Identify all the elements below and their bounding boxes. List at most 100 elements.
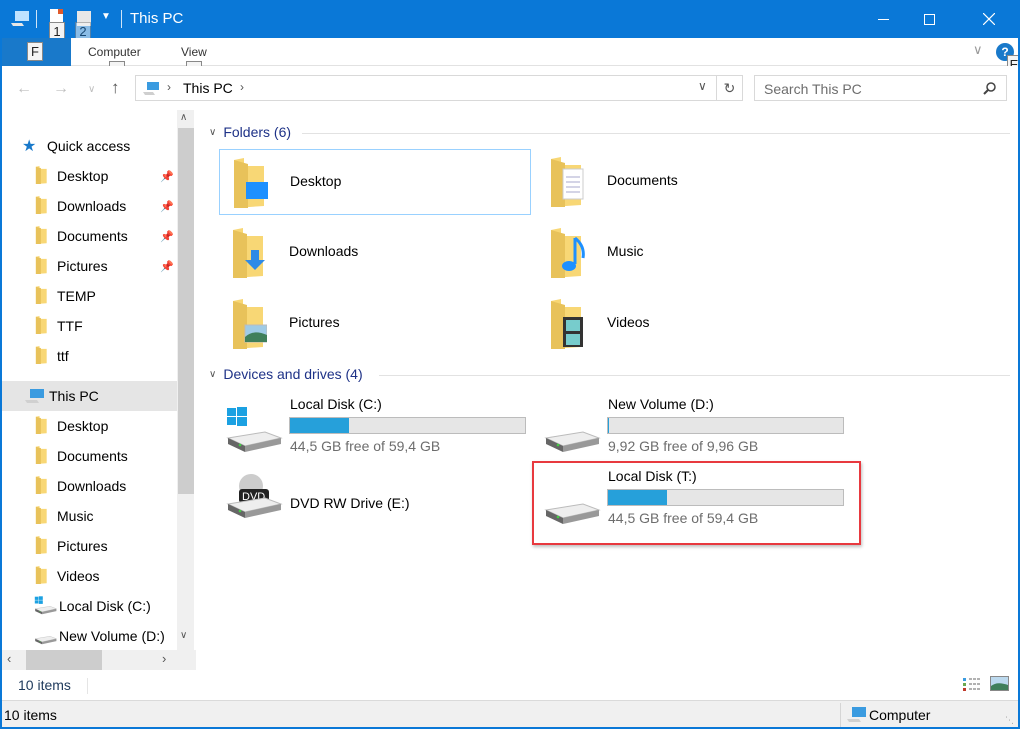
folders-group-header[interactable]: ∨ Folders (6) xyxy=(209,124,291,140)
folder-tile-downloads[interactable]: Downloads xyxy=(219,220,531,286)
nav-item-videos[interactable]: Videos xyxy=(34,561,179,591)
tab-view[interactable]: View xyxy=(181,45,207,59)
item-count: 10 items xyxy=(18,677,71,693)
pin-icon[interactable]: 📌 xyxy=(160,230,174,243)
group-title: Devices and drives (4) xyxy=(223,366,363,382)
this-pc-icon xyxy=(25,389,44,403)
window-title: This PC xyxy=(130,10,184,27)
refresh-icon: ↻ xyxy=(723,79,736,96)
resize-grip-icon[interactable]: ⋱ xyxy=(1005,715,1014,726)
up-button[interactable]: ↑ xyxy=(111,78,120,98)
nav-item-temp[interactable]: TEMP xyxy=(34,281,179,311)
nav-item-desktop[interactable]: Desktop xyxy=(34,411,179,441)
expand-ribbon-icon[interactable]: ∨ xyxy=(973,42,983,58)
status-location: Computer xyxy=(869,707,931,723)
search-placeholder: Search This PC xyxy=(764,81,862,97)
videos-folder-icon xyxy=(551,299,585,349)
breadcrumb-this-pc[interactable]: This PC xyxy=(183,80,233,96)
address-bar[interactable]: › This PC › ∨ xyxy=(135,75,717,101)
drives-group-header[interactable]: ∨ Devices and drives (4) xyxy=(209,366,363,382)
folder-tile-pictures[interactable]: Pictures xyxy=(219,291,531,357)
minimize-button[interactable] xyxy=(860,0,906,38)
pin-icon[interactable]: 📌 xyxy=(160,170,174,183)
folder-tile-music[interactable]: Music xyxy=(537,220,849,286)
nav-item-downloads[interactable]: Downloads 📌 xyxy=(34,191,179,221)
desktop-folder-icon xyxy=(34,165,57,187)
pin-icon[interactable]: 📌 xyxy=(160,200,174,213)
nav-label: TTF xyxy=(57,318,83,334)
nav-label: TEMP xyxy=(57,288,96,304)
nav-quick-access[interactable]: ★ Quick access xyxy=(22,131,130,161)
documents-folder-icon xyxy=(34,445,57,467)
nav-item-local-disk-c-[interactable]: Local Disk (C:) xyxy=(34,591,179,621)
drive-tile-2[interactable]: DVD DVD RW Drive (E:) xyxy=(219,474,537,542)
nav-item-pictures[interactable]: Pictures 📌 xyxy=(34,251,179,281)
close-icon xyxy=(983,13,995,25)
forward-button[interactable]: → xyxy=(53,80,69,98)
desktop-folder-icon xyxy=(234,158,268,208)
nav-label: Videos xyxy=(57,568,100,584)
large-icons-view-icon[interactable] xyxy=(990,676,1010,692)
back-button[interactable]: ← xyxy=(16,80,32,98)
star-icon: ★ xyxy=(22,138,37,155)
separator xyxy=(87,678,88,694)
nav-item-pictures[interactable]: Pictures xyxy=(34,531,179,561)
nav-item-documents[interactable]: Documents xyxy=(34,441,179,471)
drive-icon xyxy=(34,595,58,616)
drive-name: New Volume (D:) xyxy=(608,396,714,412)
folder-name: Pictures xyxy=(289,314,340,330)
pin-icon[interactable]: 📌 xyxy=(160,260,174,273)
nav-item-new-volume-d-[interactable]: New Volume (D:) xyxy=(34,621,179,651)
drive-name: DVD RW Drive (E:) xyxy=(290,495,410,511)
scroll-right-icon[interactable]: › xyxy=(162,651,166,666)
nav-item-desktop[interactable]: Desktop 📌 xyxy=(34,161,179,191)
nav-item-music[interactable]: Music xyxy=(34,501,179,531)
divider xyxy=(302,133,1010,134)
folder-tile-desktop[interactable]: Desktop xyxy=(219,149,531,215)
address-dropdown-icon[interactable]: ∨ xyxy=(698,79,707,93)
breadcrumb-chevron-icon[interactable]: › xyxy=(167,80,171,94)
music-folder-icon xyxy=(551,228,585,278)
details-view-icon[interactable] xyxy=(962,677,982,693)
hard-drive-icon xyxy=(225,406,283,459)
tab-computer[interactable]: Computer xyxy=(88,45,141,59)
nav-vertical-scroll-thumb[interactable] xyxy=(178,128,194,494)
maximize-button[interactable] xyxy=(906,0,952,38)
scroll-left-icon[interactable]: ‹ xyxy=(7,651,11,666)
hard-drive-icon xyxy=(543,406,601,459)
nav-item-ttf[interactable]: ttf xyxy=(34,341,179,371)
folder-tile-documents[interactable]: Documents xyxy=(537,149,849,215)
music-folder-icon xyxy=(34,505,57,527)
drive-name: Local Disk (C:) xyxy=(290,396,382,412)
nav-item-downloads[interactable]: Downloads xyxy=(34,471,179,501)
nav-horizontal-scroll-thumb[interactable] xyxy=(26,650,102,670)
pictures-folder-icon xyxy=(233,299,268,349)
refresh-button[interactable]: ↻ xyxy=(717,75,743,101)
scroll-up-icon[interactable]: ∧ xyxy=(180,112,187,123)
recent-locations-button[interactable]: ∨ xyxy=(88,84,95,95)
status-bar: 10 items Computer ⋱ xyxy=(0,700,1020,729)
minimize-icon xyxy=(877,18,889,20)
folder-tile-videos[interactable]: Videos xyxy=(537,291,849,357)
nav-label: Downloads xyxy=(57,478,127,494)
this-pc-icon[interactable] xyxy=(10,10,30,28)
breadcrumb-chevron-icon[interactable]: › xyxy=(240,80,244,94)
nav-label: Desktop xyxy=(57,418,109,434)
drive-tile-0[interactable]: Local Disk (C:) 44,5 GB free of 59,4 GB xyxy=(219,396,537,464)
group-title: Folders (6) xyxy=(223,124,292,140)
nav-label: This PC xyxy=(49,388,99,404)
nav-this-pc[interactable]: This PC xyxy=(2,381,177,411)
dvd-drive-icon: DVD xyxy=(225,472,283,525)
nav-item-ttf[interactable]: TTF xyxy=(34,311,179,341)
search-icon xyxy=(983,82,996,95)
scroll-down-icon[interactable]: ∨ xyxy=(180,630,187,641)
search-input[interactable]: Search This PC xyxy=(754,75,1007,101)
folder-icon xyxy=(34,315,57,337)
customize-qat-icon[interactable]: ▼ xyxy=(101,11,111,22)
nav-item-documents[interactable]: Documents 📌 xyxy=(34,221,179,251)
drive-usage-bar xyxy=(607,417,844,434)
close-button[interactable] xyxy=(966,0,1012,38)
maximize-icon xyxy=(923,13,935,25)
divider xyxy=(379,375,1010,376)
drive-tile-1[interactable]: New Volume (D:) 9,92 GB free of 9,96 GB xyxy=(537,396,855,464)
